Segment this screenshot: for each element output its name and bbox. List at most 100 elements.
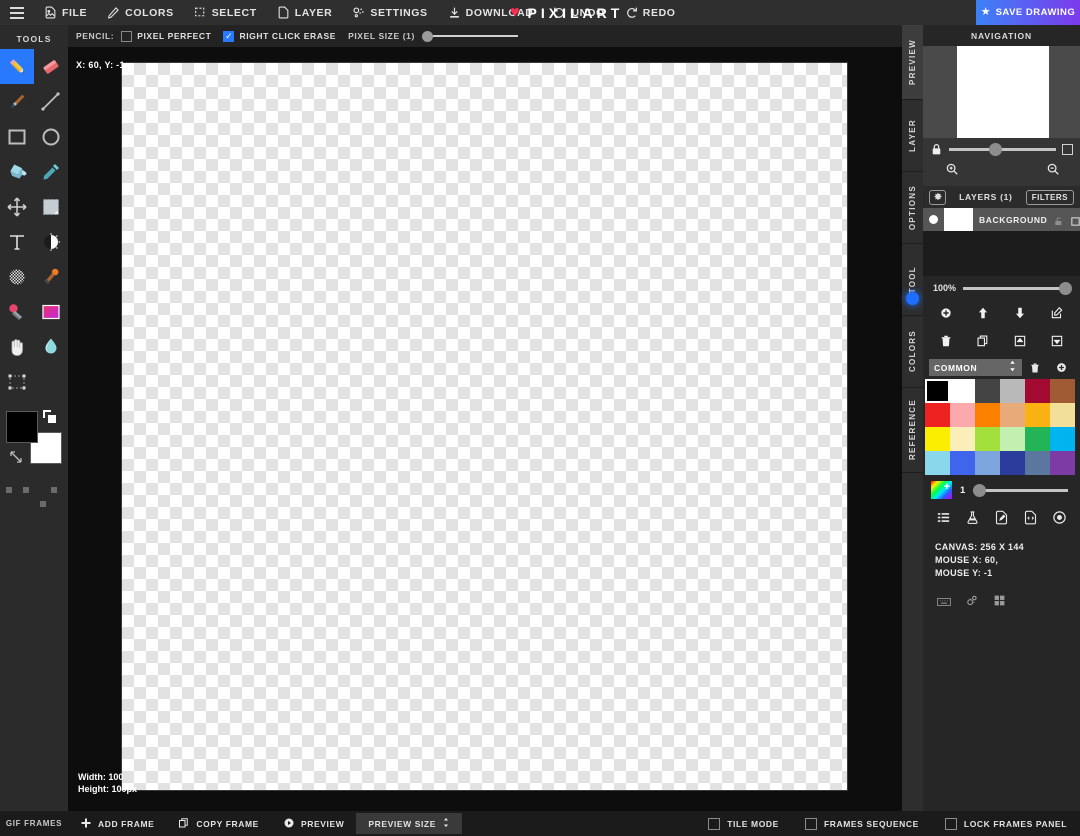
zoom-in-icon[interactable] [945, 162, 959, 181]
export-palette-icon[interactable] [1022, 510, 1040, 525]
tab-colors[interactable]: COLORS [902, 316, 923, 388]
navigation-preview-box[interactable] [923, 46, 1080, 138]
tab-options[interactable]: OPTIONS [902, 172, 923, 244]
palette-color-swatch[interactable] [950, 451, 975, 475]
palette-color-swatch[interactable] [1025, 379, 1050, 403]
brush-size-knob[interactable] [973, 483, 987, 497]
tab-layer[interactable]: LAYER [902, 100, 923, 172]
color-mixer-icon[interactable] [964, 510, 982, 525]
merge-down-button[interactable] [1046, 332, 1068, 350]
navigation-zoom-knob[interactable] [988, 142, 1002, 156]
preview-button[interactable]: PREVIEW [271, 811, 356, 836]
eraser-tool[interactable] [34, 49, 68, 84]
color-wheel-icon[interactable] [1051, 510, 1069, 525]
shade-tool[interactable] [34, 189, 68, 224]
palette-color-swatch[interactable] [925, 451, 950, 475]
frames-sequence-checkbox[interactable] [804, 817, 817, 830]
menu-file[interactable]: FILE [34, 0, 97, 25]
lock-frames-panel-toggle[interactable]: LOCK FRAMES PANEL [932, 817, 1080, 830]
filters-button[interactable]: FILTERS [1025, 189, 1074, 205]
palette-color-swatch[interactable] [1000, 427, 1025, 451]
move-tool[interactable] [0, 189, 34, 224]
pixel-size-slider[interactable] [421, 30, 518, 42]
palette-color-swatch[interactable] [975, 379, 1000, 403]
grid-icon[interactable] [993, 594, 1006, 613]
tab-preview[interactable]: PREVIEW [902, 25, 923, 100]
tile-mode-checkbox[interactable] [708, 817, 721, 830]
color-picker-icon[interactable]: + [931, 481, 952, 499]
palette-color-swatch[interactable] [1025, 451, 1050, 475]
right-click-erase-toggle[interactable]: RIGHT CLICK ERASE [223, 30, 336, 42]
text-tool[interactable] [0, 224, 34, 259]
edit-layer-button[interactable] [1046, 304, 1068, 322]
palette-color-swatch[interactable] [1050, 451, 1075, 475]
quick-color-dot[interactable] [23, 487, 29, 493]
pixel-perfect-toggle[interactable]: PIXEL PERFECT [121, 30, 211, 42]
pixel-drawing-canvas[interactable] [122, 63, 847, 790]
preview-size-selector[interactable]: PREVIEW SIZE [356, 813, 462, 834]
palette-color-swatch[interactable] [1050, 403, 1075, 427]
quick-color-dot[interactable] [51, 487, 57, 493]
trash-icon[interactable] [1022, 362, 1048, 374]
copy-frame-button[interactable]: COPY FRAME [166, 811, 271, 836]
palette-color-swatch[interactable] [975, 427, 1000, 451]
move-layer-down-button[interactable] [1009, 304, 1031, 322]
import-palette-icon[interactable] [993, 510, 1011, 525]
add-color-icon[interactable] [1048, 361, 1074, 374]
palette-color-swatch[interactable] [925, 427, 950, 451]
tile-mode-toggle[interactable]: TILE MODE [695, 817, 792, 830]
palette-color-swatch[interactable] [950, 427, 975, 451]
navigation-thumbnail[interactable] [957, 46, 1049, 138]
add-layer-button[interactable] [935, 304, 957, 322]
right-click-erase-checkbox[interactable] [223, 30, 235, 42]
settings-gear-icon[interactable] [965, 594, 979, 613]
pan-tool[interactable] [0, 329, 34, 364]
menu-colors[interactable]: COLORS [97, 0, 184, 25]
palette-color-swatch[interactable] [925, 379, 950, 403]
dither-tool[interactable] [0, 259, 34, 294]
layer-opacity-slider[interactable] [963, 281, 1072, 295]
eyedropper-tool[interactable] [34, 154, 68, 189]
save-drawing-button[interactable]: ★ SAVE DRAWING [976, 0, 1080, 25]
quick-color-dot[interactable] [6, 487, 12, 493]
pencil-tool[interactable] [0, 49, 34, 84]
canvas-viewport[interactable]: X: 60, Y: -1 Width: 100 Height: 100px [68, 47, 902, 811]
lock-icon[interactable] [930, 143, 943, 156]
layer-opacity-knob[interactable] [1059, 281, 1072, 295]
swap-colors-arrow-icon[interactable] [8, 449, 24, 470]
brush-tool[interactable] [0, 84, 34, 119]
palette-color-swatch[interactable] [950, 379, 975, 403]
crop-tool[interactable] [0, 364, 34, 399]
unlock-icon[interactable] [1053, 214, 1064, 226]
pixel-size-slider-knob[interactable] [421, 30, 433, 42]
palette-color-swatch[interactable] [975, 451, 1000, 475]
menu-select[interactable]: SELECT [184, 0, 267, 25]
menu-redo[interactable]: REDO [615, 0, 686, 25]
merge-up-button[interactable] [1009, 332, 1031, 350]
lock-frames-panel-checkbox[interactable] [944, 817, 957, 830]
swap-colors-mini-icon[interactable] [42, 409, 58, 430]
palette-select[interactable]: COMMON [929, 359, 1022, 376]
palette-color-swatch[interactable] [975, 403, 1000, 427]
lighten-tool[interactable] [34, 224, 68, 259]
foreground-color-swatch[interactable] [6, 411, 38, 443]
gear-icon[interactable] [929, 189, 946, 205]
palette-color-swatch[interactable] [1050, 379, 1075, 403]
palette-color-swatch[interactable] [950, 403, 975, 427]
delete-layer-button[interactable] [935, 332, 957, 350]
rectangle-tool[interactable] [0, 119, 34, 154]
palette-color-swatch[interactable] [925, 403, 950, 427]
paint-bucket-tool[interactable] [0, 154, 34, 189]
line-tool[interactable] [34, 84, 68, 119]
add-frame-button[interactable]: ADD FRAME [68, 811, 166, 836]
blur-tool[interactable] [34, 329, 68, 364]
tab-reference[interactable]: REFERENCE [902, 388, 923, 473]
hamburger-menu-button[interactable] [0, 0, 34, 25]
layer-select-checkbox[interactable] [1070, 214, 1080, 226]
stamp-tool[interactable] [34, 259, 68, 294]
frames-sequence-toggle[interactable]: FRAMES SEQUENCE [792, 817, 932, 830]
layer-row-background[interactable]: BACKGROUND [923, 208, 1080, 231]
ellipse-tool[interactable] [34, 119, 68, 154]
mirror-tool[interactable] [0, 294, 34, 329]
move-layer-up-button[interactable] [972, 304, 994, 322]
